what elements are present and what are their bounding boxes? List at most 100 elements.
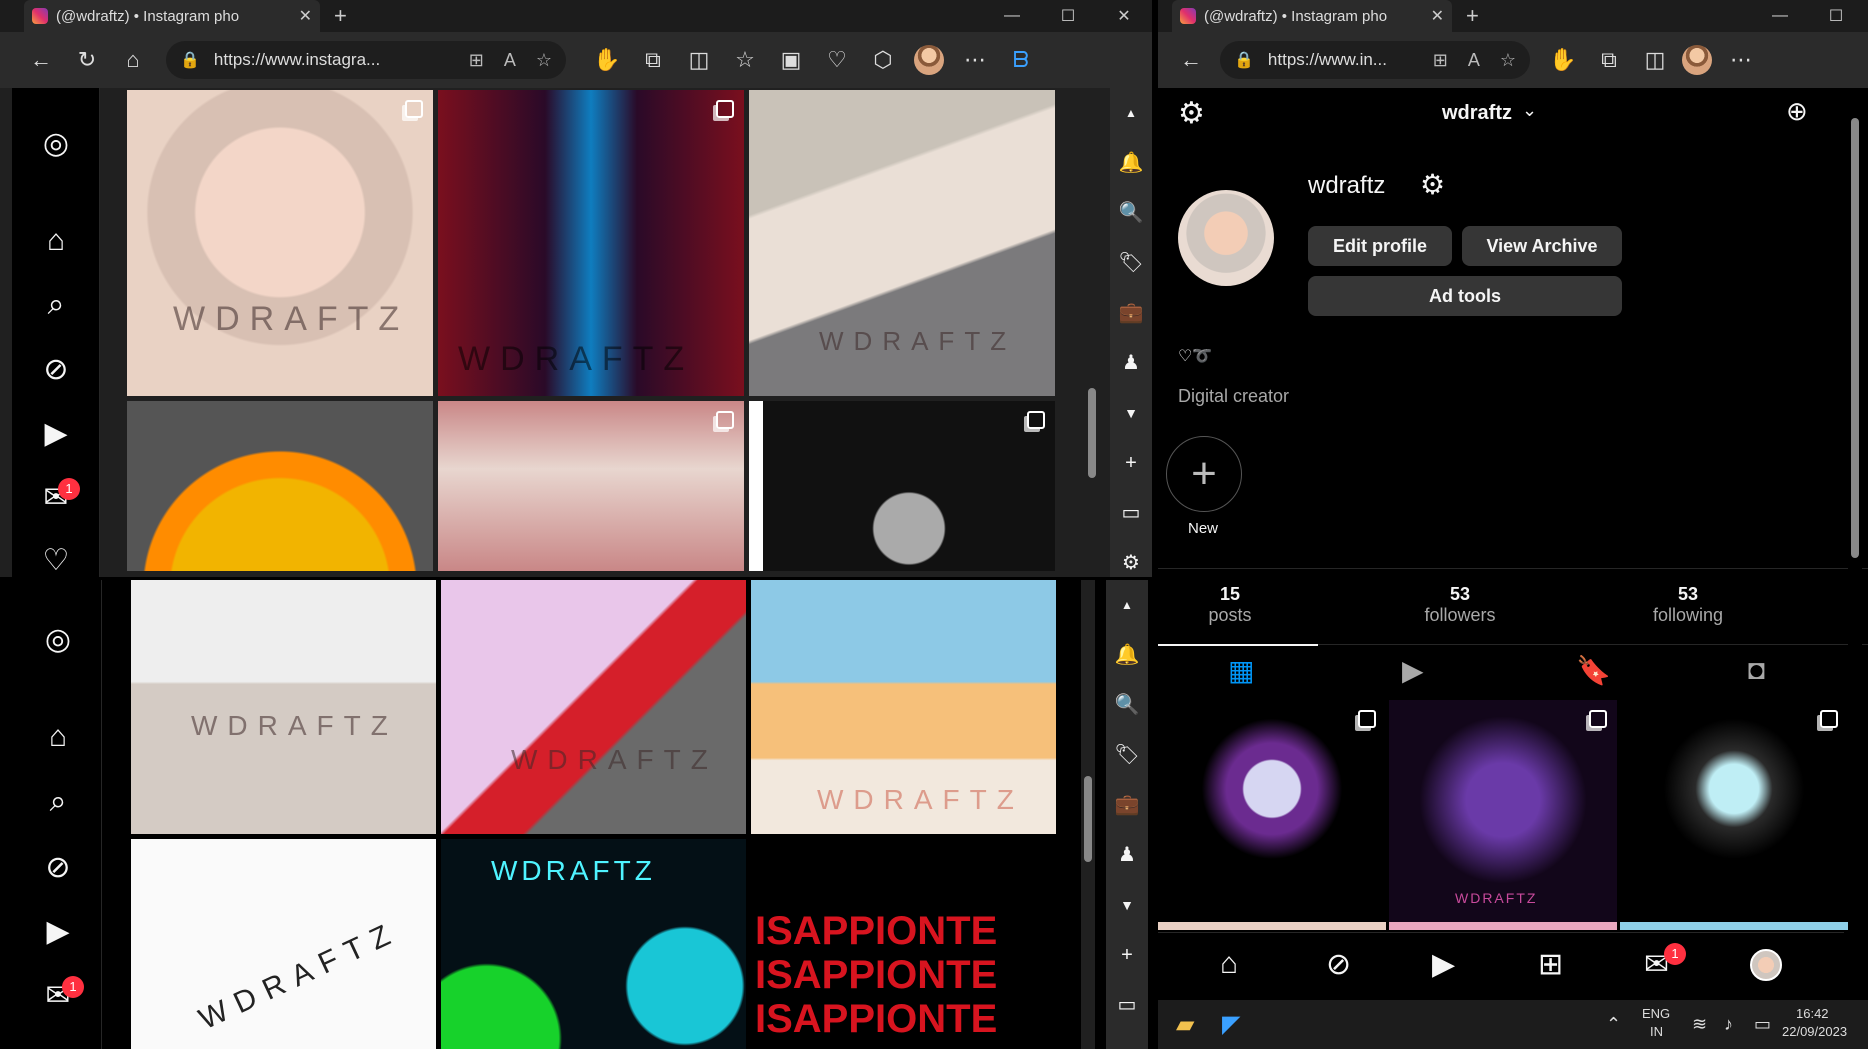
games-icon[interactable]: ♟: [1118, 830, 1136, 880]
maximize-icon[interactable]: ☐: [1040, 6, 1096, 26]
sidebar-layout-icon[interactable]: ▭: [1122, 488, 1141, 538]
bing-chat-icon[interactable]: ᗷ: [998, 47, 1044, 73]
stat-following[interactable]: 53 following: [1628, 584, 1748, 626]
search-sidebar-icon[interactable]: 🔍: [1115, 680, 1140, 730]
extensions-icon[interactable]: ⧉: [630, 47, 676, 73]
instagram-logo-icon[interactable]: ◎: [14, 622, 102, 657]
view-archive-button[interactable]: View Archive: [1462, 226, 1622, 266]
add-sidebar-icon[interactable]: +: [1121, 930, 1133, 980]
maximize-icon[interactable]: ☐: [1808, 6, 1864, 26]
tagged-tab-icon[interactable]: ◘: [1748, 654, 1765, 686]
performance-icon[interactable]: ♡: [814, 47, 860, 73]
tools-briefcase-icon[interactable]: 💼: [1119, 288, 1144, 338]
chevron-down-icon[interactable]: ⌄: [1522, 100, 1537, 121]
add-user-icon[interactable]: ⊕: [1786, 96, 1808, 127]
post-tile[interactable]: WDRAFTZ: [438, 90, 744, 396]
favorites-icon[interactable]: ☆: [722, 47, 768, 73]
sidebar-layout-icon[interactable]: ▭: [1118, 980, 1137, 1030]
battery-icon[interactable]: ▭: [1754, 1014, 1771, 1035]
app-available-icon[interactable]: ⊞: [1433, 50, 1448, 71]
post-tile[interactable]: ISAPPIONTE ISAPPIONTE ISAPPIONTE: [751, 839, 1056, 1049]
favorite-star-icon[interactable]: ☆: [536, 50, 552, 71]
options-gear-icon[interactable]: ⚙: [1420, 168, 1445, 201]
favorite-star-icon[interactable]: ☆: [1500, 50, 1516, 71]
post-tile[interactable]: [1620, 700, 1848, 930]
profile-avatar-icon[interactable]: [914, 45, 944, 75]
new-tab-button[interactable]: +: [334, 5, 347, 27]
collections-icon[interactable]: ▣: [768, 47, 814, 73]
search-nav-icon[interactable]: ⌕: [12, 288, 100, 322]
scroll-up-icon[interactable]: ▲: [1121, 580, 1133, 630]
language-indicator[interactable]: ENG: [1642, 1006, 1670, 1021]
address-bar[interactable]: 🔒 https://www.instagra... ⊞ A ☆: [166, 41, 566, 79]
tools-briefcase-icon[interactable]: 💼: [1115, 780, 1140, 830]
saved-tab-icon[interactable]: 🔖: [1576, 654, 1611, 687]
profile-nav-avatar[interactable]: [1750, 949, 1782, 981]
close-tab-icon[interactable]: ✕: [299, 6, 312, 26]
messages-nav-icon[interactable]: ✉: [12, 480, 100, 515]
refresh-icon[interactable]: ↻: [64, 47, 110, 73]
clock-time[interactable]: 16:42: [1796, 1006, 1829, 1021]
browser-tab[interactable]: (@wdraftz) • Instagram pho ✕: [24, 0, 320, 32]
games-icon[interactable]: ♟: [1122, 338, 1140, 388]
profile-avatar-icon[interactable]: [1682, 45, 1712, 75]
settings-gear-icon[interactable]: ⚙: [1122, 538, 1140, 577]
profile-avatar[interactable]: [1178, 190, 1274, 286]
chevron-down-icon[interactable]: ▼: [1120, 880, 1134, 930]
reels-nav-icon[interactable]: ▶: [14, 914, 102, 949]
post-tile[interactable]: [127, 401, 433, 571]
shopping-tag-icon[interactable]: 🏷: [1118, 238, 1143, 288]
notifications-nav-icon[interactable]: ♡: [12, 543, 100, 577]
explore-nav-icon[interactable]: ⊘: [1326, 947, 1351, 982]
extensions-icon[interactable]: ⧉: [1586, 47, 1632, 73]
profile-header-username[interactable]: wdraftz: [1442, 102, 1512, 125]
search-sidebar-icon[interactable]: 🔍: [1119, 188, 1144, 238]
close-window-icon[interactable]: ✕: [1096, 6, 1152, 26]
add-sidebar-icon[interactable]: +: [1125, 438, 1137, 488]
ad-tools-button[interactable]: Ad tools: [1308, 276, 1622, 316]
home-nav-icon[interactable]: ⌂: [12, 224, 100, 258]
notification-bell-icon[interactable]: 🔔: [1119, 138, 1144, 188]
post-tile[interactable]: WDRAFTZ: [131, 839, 436, 1049]
file-explorer-icon[interactable]: ▰: [1176, 1010, 1194, 1039]
instagram-logo-icon[interactable]: ◎: [12, 126, 100, 161]
back-icon[interactable]: ←: [1168, 47, 1214, 73]
post-tile[interactable]: WDRAFTZ: [441, 580, 746, 834]
read-aloud-icon[interactable]: A: [1468, 50, 1480, 71]
messages-nav-icon[interactable]: ✉: [14, 978, 102, 1013]
settings-icon[interactable]: ⚙: [1178, 96, 1205, 131]
explore-nav-icon[interactable]: ⊘: [14, 850, 102, 885]
new-highlight-button[interactable]: +: [1166, 436, 1242, 512]
search-nav-icon[interactable]: ⌕: [14, 785, 102, 819]
post-tile[interactable]: [438, 401, 744, 571]
minimize-icon[interactable]: —: [984, 7, 1040, 25]
read-aloud-icon[interactable]: A: [504, 50, 516, 71]
more-menu-icon[interactable]: ⋯: [1718, 47, 1764, 73]
post-tile[interactable]: [1158, 700, 1386, 930]
post-tile[interactable]: WDRAFTZ: [127, 90, 433, 396]
adblock-icon[interactable]: ✋: [1540, 47, 1586, 73]
new-tab-button[interactable]: +: [1466, 5, 1479, 27]
chevron-down-icon[interactable]: ▼: [1124, 388, 1138, 438]
post-tile[interactable]: [749, 401, 1055, 571]
home-icon[interactable]: ⌂: [110, 47, 156, 73]
vscode-icon[interactable]: ◤: [1222, 1010, 1240, 1039]
post-tile[interactable]: WDRAFTZ: [441, 839, 746, 1049]
close-tab-icon[interactable]: ✕: [1431, 6, 1444, 26]
stat-followers[interactable]: 53 followers: [1400, 584, 1520, 626]
create-post-icon[interactable]: ⊞: [1538, 947, 1563, 982]
wifi-icon[interactable]: ≋: [1692, 1014, 1707, 1035]
back-icon[interactable]: ←: [18, 47, 64, 73]
edit-profile-button[interactable]: Edit profile: [1308, 226, 1452, 266]
page-scrollbar[interactable]: [1081, 580, 1095, 1049]
app-available-icon[interactable]: ⊞: [469, 50, 484, 71]
volume-icon[interactable]: ♪: [1724, 1014, 1733, 1035]
minimize-icon[interactable]: —: [1752, 7, 1808, 25]
post-tile[interactable]: WDRAFTZ: [751, 580, 1056, 834]
scroll-up-icon[interactable]: ▲: [1125, 88, 1137, 138]
reels-nav-icon[interactable]: ▶: [1432, 947, 1455, 982]
explore-nav-icon[interactable]: ⊘: [12, 352, 100, 387]
adblock-icon[interactable]: ✋: [584, 47, 630, 73]
browser-essentials-icon[interactable]: ⬡: [860, 47, 906, 73]
chevron-up-icon[interactable]: ⌃: [1606, 1014, 1621, 1035]
